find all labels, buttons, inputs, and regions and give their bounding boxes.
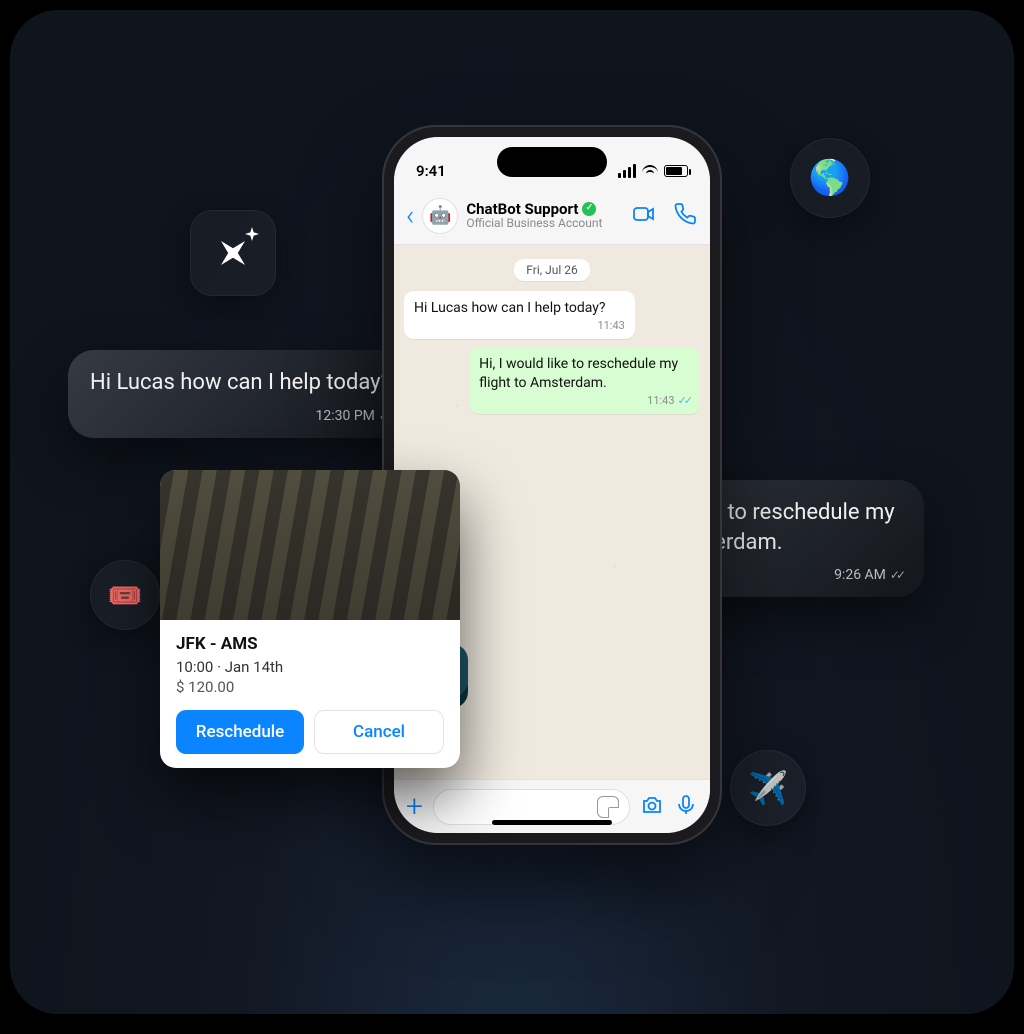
chat-subtitle: Official Business Account [466, 217, 624, 230]
read-ticks-icon: ✓✓ [890, 568, 902, 582]
cellular-icon [618, 164, 636, 178]
stage: 🌎 🎟️ ✈️ Hi Lucas how can I help today? 1… [10, 10, 1014, 1014]
floating-message-time: 9:26 AM [834, 567, 886, 583]
mic-button[interactable] [674, 793, 698, 821]
chat-header: ‹ 🤖 ChatBot Support ✓ Official Business … [394, 187, 710, 245]
message-time: 11:43 [414, 319, 625, 333]
floating-message-time: 12:30 PM [315, 408, 374, 424]
flight-datetime: 10:00 · Jan 14th [176, 658, 444, 676]
plane-icon: ✈️ [730, 750, 806, 826]
attach-button[interactable]: + [406, 789, 423, 824]
message-time: 11:43 [647, 394, 674, 408]
floating-message-text: Hi Lucas how can I help today? [90, 368, 391, 398]
video-call-button[interactable] [632, 202, 656, 230]
ticket-icon: 🎟️ [90, 560, 160, 630]
read-ticks-icon: ✓✓ [678, 394, 690, 408]
sparkle-icon [190, 210, 276, 296]
flight-route: JFK - AMS [176, 634, 444, 654]
floating-message-bot: Hi Lucas how can I help today? 12:30 PM … [68, 350, 413, 438]
wifi-icon [642, 165, 658, 177]
message-text: Hi Lucas how can I help today? [414, 300, 606, 316]
message-incoming[interactable]: Hi Lucas how can I help today? 11:43 [404, 291, 635, 339]
camera-button[interactable] [640, 793, 664, 821]
sticker-icon[interactable] [597, 796, 619, 818]
reschedule-button[interactable]: Reschedule [176, 710, 304, 754]
flight-price: $ 120.00 [176, 678, 444, 696]
back-button[interactable]: ‹ [406, 199, 414, 232]
chat-header-text[interactable]: ChatBot Support ✓ Official Business Acco… [466, 201, 624, 231]
bot-avatar[interactable]: 🤖 [422, 198, 458, 234]
flight-card: JFK - AMS 10:00 · Jan 14th $ 120.00 Resc… [160, 470, 460, 768]
home-indicator [492, 820, 612, 825]
message-text: Hi, I would like to reschedule my flight… [479, 356, 678, 390]
status-time: 9:41 [416, 162, 446, 180]
chat-title: ChatBot Support [466, 201, 578, 218]
cancel-button[interactable]: Cancel [314, 710, 444, 754]
voice-call-button[interactable] [674, 202, 698, 230]
verified-badge-icon: ✓ [582, 202, 596, 216]
flight-card-image [160, 470, 460, 620]
date-separator: Fri, Jul 26 [514, 259, 589, 281]
message-outgoing[interactable]: Hi, I would like to reschedule my flight… [469, 347, 700, 414]
globe-icon: 🌎 [790, 138, 870, 218]
battery-icon [664, 165, 688, 177]
dynamic-island [497, 147, 607, 177]
